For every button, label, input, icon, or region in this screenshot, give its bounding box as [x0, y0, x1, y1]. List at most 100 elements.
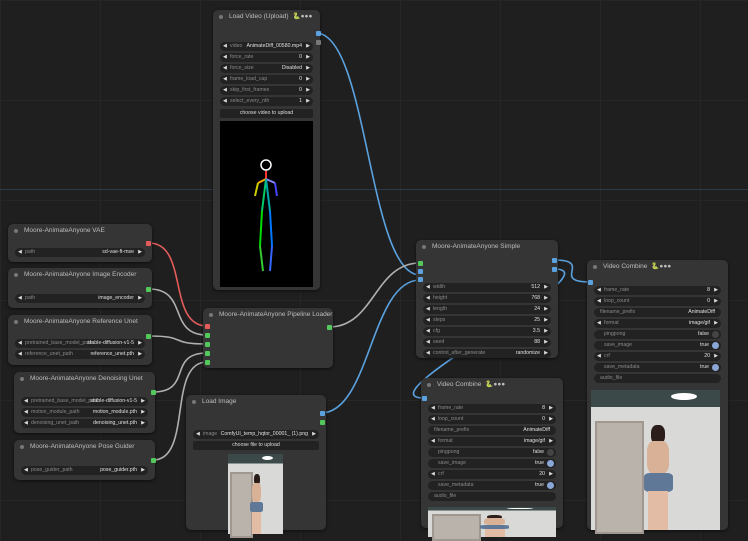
arrow-left-icon[interactable]: ◀ — [431, 470, 435, 479]
widget-force-rate[interactable]: ◀ ▶ force_rate 0 — [220, 53, 313, 62]
node-title[interactable]: Moore-AnimateAnyone Simple — [416, 240, 558, 254]
upload-button[interactable]: choose file to upload — [193, 441, 319, 450]
node-title[interactable]: Video Combine 🐍●●● — [421, 378, 563, 392]
collapse-dot-icon[interactable] — [192, 400, 196, 404]
arrow-left-icon[interactable]: ◀ — [24, 466, 28, 475]
node-title[interactable]: Moore-AnimateAnyone Denoising Unet — [14, 372, 155, 386]
node-load-image[interactable]: Load Image ◀ ▶ image ComfyUI_temp_hqtor_0000… — [186, 395, 326, 538]
node-vae[interactable]: Moore-AnimateAnyone VAE ◀ ▶ path sd-vae-ft-m… — [8, 224, 152, 262]
arrow-right-icon[interactable]: ▶ — [714, 286, 718, 295]
arrow-right-icon[interactable]: ▶ — [306, 97, 310, 106]
arrow-left-icon[interactable]: ◀ — [223, 97, 227, 106]
output-port[interactable] — [316, 40, 321, 45]
arrow-right-icon[interactable]: ▶ — [312, 430, 316, 439]
node-denoise[interactable]: Moore-AnimateAnyone Denoising Unet ◀ ▶ pret… — [14, 372, 156, 433]
widget-save-image[interactable]: save_image true — [428, 459, 556, 468]
widget-filename-prefix[interactable]: filename_prefix AnimateDiff — [428, 426, 556, 435]
widget-frame-rate[interactable]: ◀ ▶ frame_rate 8 — [428, 404, 556, 413]
arrow-right-icon[interactable]: ▶ — [549, 437, 553, 446]
node-pipeline[interactable]: Moore-AnimateAnyone Pipeline Loader — [203, 308, 333, 368]
arrow-left-icon[interactable]: ◀ — [426, 305, 430, 314]
arrow-right-icon[interactable]: ▶ — [544, 305, 548, 314]
input-port[interactable] — [205, 324, 210, 329]
widget-cfg[interactable]: ◀ ▶ cfg 3.5 — [423, 327, 551, 336]
arrow-right-icon[interactable]: ▶ — [138, 350, 142, 359]
arrow-right-icon[interactable]: ▶ — [141, 408, 145, 417]
widget-save-metadata[interactable]: save_metadata true — [594, 363, 721, 372]
upload-button[interactable]: choose video to upload — [220, 109, 313, 118]
widget-save-metadata[interactable]: save_metadata true — [428, 481, 556, 490]
arrow-left-icon[interactable]: ◀ — [18, 248, 22, 257]
collapse-dot-icon[interactable] — [14, 320, 18, 324]
widget-height[interactable]: ◀ ▶ height 768 — [423, 294, 551, 303]
arrow-right-icon[interactable]: ▶ — [141, 397, 145, 406]
arrow-right-icon[interactable]: ▶ — [306, 75, 310, 84]
arrow-left-icon[interactable]: ◀ — [223, 42, 227, 51]
node-vc2[interactable]: Video Combine 🐍●●● ◀ ▶ frame_rate 8 ◀ ▶ loop_cou… — [587, 260, 728, 534]
arrow-right-icon[interactable]: ▶ — [138, 339, 142, 348]
arrow-left-icon[interactable]: ◀ — [426, 316, 430, 325]
arrow-right-icon[interactable]: ▶ — [714, 319, 718, 328]
collapse-dot-icon[interactable] — [20, 445, 24, 449]
collapse-dot-icon[interactable] — [427, 383, 431, 387]
toggle-knob-icon[interactable] — [712, 342, 719, 349]
arrow-right-icon[interactable]: ▶ — [549, 404, 553, 413]
widget-save-image[interactable]: save_image true — [594, 341, 721, 350]
widget-frame-load-cap[interactable]: ◀ ▶ frame_load_cap 0 — [220, 75, 313, 84]
arrow-right-icon[interactable]: ▶ — [544, 283, 548, 292]
widget-format[interactable]: ◀ ▶ format image/gif — [594, 319, 721, 328]
arrow-left-icon[interactable]: ◀ — [426, 283, 430, 292]
arrow-right-icon[interactable]: ▶ — [544, 327, 548, 336]
widget-frame-rate[interactable]: ◀ ▶ frame_rate 8 — [594, 286, 721, 295]
arrow-left-icon[interactable]: ◀ — [597, 352, 601, 361]
arrow-right-icon[interactable]: ▶ — [141, 419, 145, 428]
arrow-right-icon[interactable]: ▶ — [544, 294, 548, 303]
arrow-left-icon[interactable]: ◀ — [431, 404, 435, 413]
node-title[interactable]: Load Video (Upload) 🐍●●● — [213, 10, 320, 24]
node-vc1[interactable]: Video Combine 🐍●●● ◀ ▶ frame_rate 8 ◀ ▶ loop_cou… — [421, 378, 563, 541]
arrow-left-icon[interactable]: ◀ — [24, 408, 28, 417]
widget-pretrained-base-model-path[interactable]: ◀ ▶ pretrained_base_model_path stable-diffu… — [15, 339, 145, 348]
arrow-right-icon[interactable]: ▶ — [549, 415, 553, 424]
arrow-right-icon[interactable]: ▶ — [714, 352, 718, 361]
arrow-left-icon[interactable]: ◀ — [597, 286, 601, 295]
widget-pingpong[interactable]: pingpong false — [594, 330, 721, 339]
arrow-left-icon[interactable]: ◀ — [597, 297, 601, 306]
input-port[interactable] — [418, 261, 423, 266]
output-port[interactable] — [552, 267, 557, 272]
arrow-right-icon[interactable]: ▶ — [138, 248, 142, 257]
widget-path[interactable]: ◀ ▶ path sd-vae-ft-mse — [15, 248, 145, 257]
node-title[interactable]: Moore-AnimateAnyone Image Encoder — [8, 268, 152, 282]
arrow-left-icon[interactable]: ◀ — [18, 294, 22, 303]
widget-select-every-nth[interactable]: ◀ ▶ select_every_nth 1 — [220, 97, 313, 106]
arrow-right-icon[interactable]: ▶ — [138, 294, 142, 303]
node-encoder[interactable]: Moore-AnimateAnyone Image Encoder ◀ ▶ path i… — [8, 268, 152, 308]
output-port[interactable] — [320, 411, 325, 416]
output-port[interactable] — [552, 258, 557, 263]
collapse-dot-icon[interactable] — [219, 15, 223, 19]
arrow-left-icon[interactable]: ◀ — [196, 430, 200, 439]
input-port[interactable] — [418, 277, 423, 282]
collapse-dot-icon[interactable] — [209, 313, 213, 317]
toggle-knob-icon[interactable] — [547, 482, 554, 489]
output-port[interactable] — [146, 334, 151, 339]
widget-seed[interactable]: ◀ ▶ seed 88 — [423, 338, 551, 347]
output-port[interactable] — [316, 31, 321, 36]
arrow-right-icon[interactable]: ▶ — [549, 470, 553, 479]
widget-width[interactable]: ◀ ▶ width 512 — [423, 283, 551, 292]
node-title[interactable]: Video Combine 🐍●●● — [587, 260, 728, 274]
arrow-left-icon[interactable]: ◀ — [18, 350, 22, 359]
widget-denoising-unet-path[interactable]: ◀ ▶ denoising_unet_path denoising_unet.pth — [21, 419, 148, 428]
widget-pingpong[interactable]: pingpong false — [428, 448, 556, 457]
arrow-right-icon[interactable]: ▶ — [306, 86, 310, 95]
node-pose[interactable]: Moore-AnimateAnyone Pose Guider ◀ ▶ pose_gu… — [14, 440, 156, 480]
input-port[interactable] — [205, 351, 210, 356]
arrow-left-icon[interactable]: ◀ — [431, 437, 435, 446]
arrow-left-icon[interactable]: ◀ — [223, 64, 227, 73]
collapse-dot-icon[interactable] — [593, 265, 597, 269]
arrow-right-icon[interactable]: ▶ — [306, 53, 310, 62]
input-port[interactable] — [205, 360, 210, 365]
arrow-right-icon[interactable]: ▶ — [544, 316, 548, 325]
widget-reference-unet-path[interactable]: ◀ ▶ reference_unet_path reference_unet.pth — [15, 350, 145, 359]
arrow-left-icon[interactable]: ◀ — [18, 339, 22, 348]
